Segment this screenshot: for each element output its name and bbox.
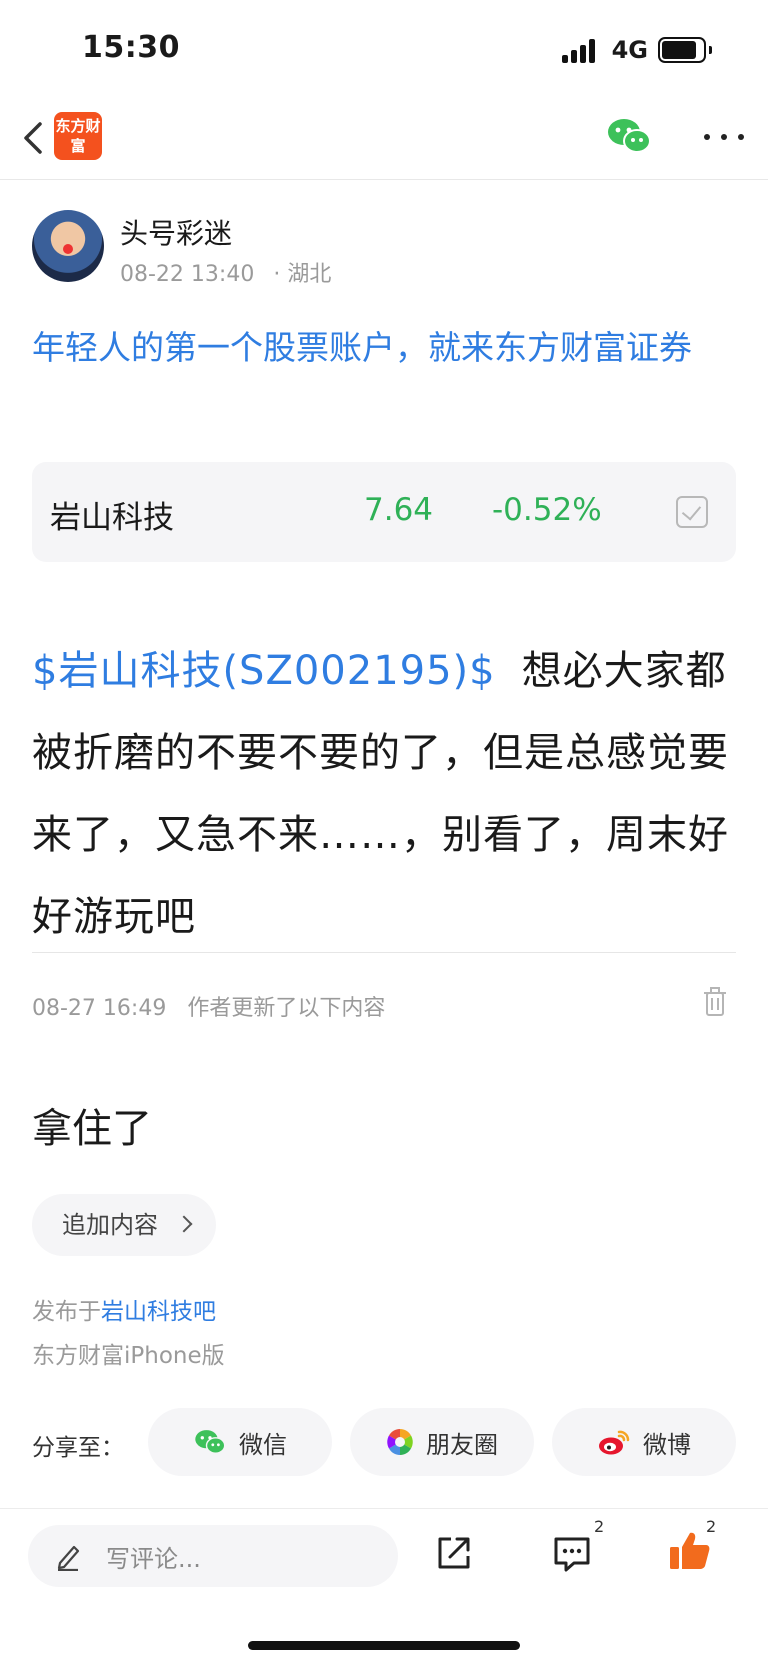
share-wechat-label: 微信 bbox=[239, 1430, 287, 1459]
author-meta: 08-22 13:40 · 湖北 bbox=[120, 256, 331, 288]
stock-price: 7.64 bbox=[364, 492, 434, 528]
wechat-icon bbox=[195, 1430, 226, 1454]
comment-icon[interactable] bbox=[552, 1533, 592, 1573]
stock-name: 岩山科技 bbox=[50, 500, 174, 536]
share-label: 分享至： bbox=[32, 1435, 124, 1461]
more-icon[interactable] bbox=[704, 122, 744, 152]
author-header: 头号彩迷 08-22 13:40 · 湖北 bbox=[32, 210, 732, 288]
status-indicators: 4G bbox=[561, 36, 712, 64]
client-label: 东方财富iPhone版 bbox=[32, 1343, 225, 1369]
home-indicator bbox=[248, 1641, 520, 1650]
bottom-action-bar: 写评论... 2 2 bbox=[0, 1508, 768, 1664]
trash-icon[interactable] bbox=[702, 986, 728, 1018]
update-time: 08-27 16:49 bbox=[32, 996, 167, 1021]
status-bar: 15:30 4G bbox=[0, 0, 768, 100]
stock-bar-link[interactable]: 岩山科技吧 bbox=[101, 1299, 216, 1325]
published-in: 发布于岩山科技吧 bbox=[32, 1292, 216, 1326]
share-wechat-button[interactable]: 微信 bbox=[148, 1408, 332, 1476]
share-moments-label: 朋友圈 bbox=[426, 1430, 498, 1459]
stock-quote-card[interactable]: 岩山科技 7.64 -0.52% bbox=[32, 462, 736, 562]
moments-icon bbox=[387, 1429, 413, 1455]
chevron-right-icon bbox=[175, 1215, 193, 1233]
update-content: 拿住了 bbox=[32, 1106, 152, 1152]
avatar[interactable] bbox=[32, 210, 104, 282]
share-icon[interactable] bbox=[434, 1533, 474, 1573]
post-body: $岩山科技(SZ002195)$ 想必大家都被折磨的不要不要的了，但是总感觉要来了… bbox=[32, 630, 744, 958]
divider bbox=[32, 952, 736, 953]
add-content-button[interactable]: 追加内容 bbox=[32, 1194, 216, 1256]
battery-icon bbox=[658, 37, 712, 63]
stock-change: -0.52% bbox=[492, 492, 602, 528]
back-icon[interactable] bbox=[18, 118, 48, 158]
comment-placeholder: 写评论... bbox=[106, 1545, 201, 1573]
wechat-icon[interactable] bbox=[606, 116, 652, 156]
author-name[interactable]: 头号彩迷 bbox=[120, 212, 232, 252]
update-header: 08-27 16:49 作者更新了以下内容 bbox=[32, 990, 385, 1022]
status-time: 15:30 bbox=[82, 30, 180, 65]
share-weibo-label: 微博 bbox=[643, 1430, 691, 1459]
share-weibo-button[interactable]: 微博 bbox=[552, 1408, 736, 1476]
published-prefix: 发布于 bbox=[32, 1299, 101, 1325]
update-label: 作者更新了以下内容 bbox=[187, 996, 386, 1021]
comment-input[interactable]: 写评论... bbox=[28, 1525, 398, 1587]
post-timestamp: 08-22 13:40 bbox=[120, 262, 255, 287]
nav-bar: 东方财富 bbox=[0, 100, 768, 180]
pen-icon bbox=[57, 1545, 80, 1571]
post-location: · 湖北 bbox=[273, 262, 332, 287]
like-count: 2 bbox=[706, 1517, 717, 1536]
network-label: 4G bbox=[611, 36, 648, 64]
comment-count: 2 bbox=[594, 1517, 605, 1536]
signal-icon bbox=[561, 37, 602, 63]
weibo-icon bbox=[599, 1430, 630, 1455]
add-content-label: 追加内容 bbox=[62, 1211, 158, 1239]
stock-tag-link[interactable]: $岩山科技(SZ002195)$ bbox=[32, 648, 496, 694]
brand-logo: 东方财富 bbox=[54, 112, 102, 160]
ad-link[interactable]: 年轻人的第一个股票账户，就来东方财富证券 bbox=[32, 322, 744, 374]
share-moments-button[interactable]: 朋友圈 bbox=[350, 1408, 534, 1476]
add-watchlist-checkbox-icon[interactable] bbox=[676, 496, 708, 528]
